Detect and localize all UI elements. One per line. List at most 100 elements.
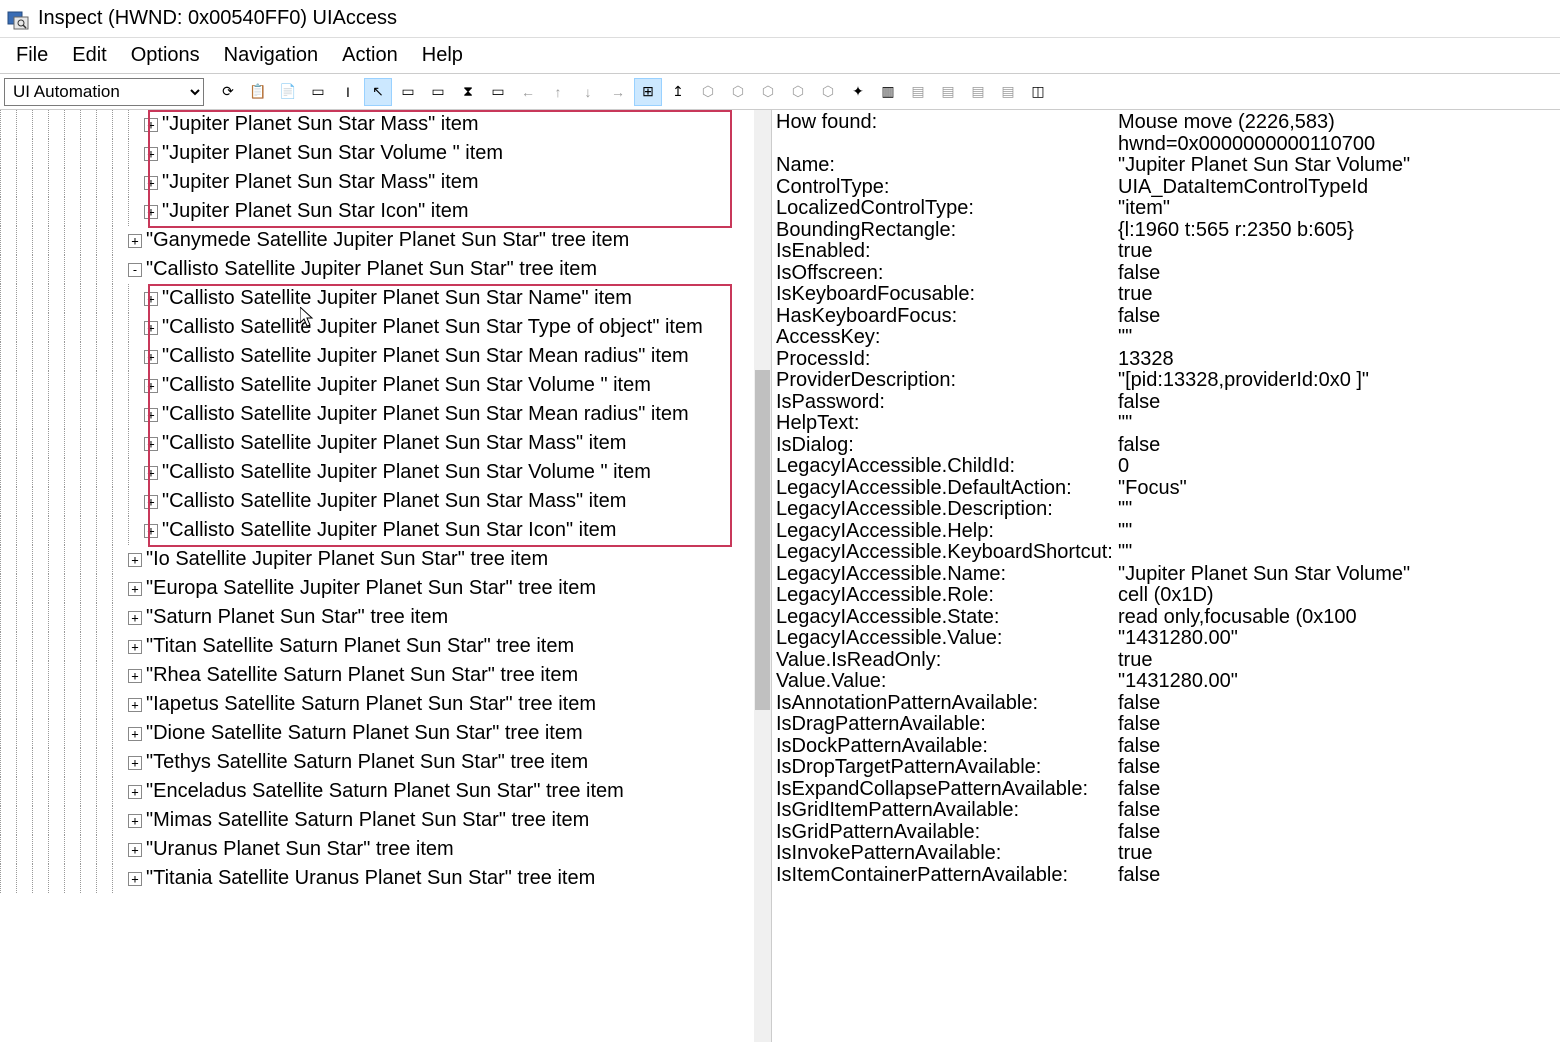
property-key: Name: xyxy=(776,154,1118,177)
tree-item[interactable]: +"Callisto Satellite Jupiter Planet Sun … xyxy=(0,516,703,545)
expand-icon[interactable]: + xyxy=(144,437,158,451)
property-key: HelpText: xyxy=(776,412,1118,435)
tree-item[interactable]: +"Dione Satellite Saturn Planet Sun Star… xyxy=(0,719,703,748)
caret-icon[interactable]: I xyxy=(334,78,362,106)
tree-item[interactable]: +"Saturn Planet Sun Star" tree item xyxy=(0,603,703,632)
tree-item-label: "Jupiter Planet Sun Star Mass" item xyxy=(162,171,479,194)
collapse-icon[interactable]: - xyxy=(128,263,142,277)
property-key: ProviderDescription: xyxy=(776,369,1118,392)
expand-icon[interactable]: + xyxy=(144,205,158,219)
tree-item[interactable]: +"Io Satellite Jupiter Planet Sun Star" … xyxy=(0,545,703,574)
expand-icon[interactable]: + xyxy=(144,379,158,393)
property-key: Value.IsReadOnly: xyxy=(776,649,1118,672)
tree-item[interactable]: +"Iapetus Satellite Saturn Planet Sun St… xyxy=(0,690,703,719)
rectangle-icon[interactable]: ▭ xyxy=(304,78,332,106)
tree-item[interactable]: +"Uranus Planet Sun Star" tree item xyxy=(0,835,703,864)
property-key: Value.Value: xyxy=(776,670,1118,693)
tree-item[interactable]: +"Callisto Satellite Jupiter Planet Sun … xyxy=(0,342,703,371)
expand-icon[interactable]: + xyxy=(128,553,142,567)
tree-item[interactable]: + "Jupiter Planet Sun Star Mass" item xyxy=(0,168,703,197)
property-key: BoundingRectangle: xyxy=(776,219,1118,242)
expand-icon[interactable]: + xyxy=(144,147,158,161)
expand-icon[interactable]: + xyxy=(144,118,158,132)
property-row: How found:Mouse move (2226,583) xyxy=(776,112,1556,134)
highlight2-icon[interactable]: ▭ xyxy=(484,78,512,106)
expand-icon[interactable]: + xyxy=(128,582,142,596)
menu-edit[interactable]: Edit xyxy=(60,40,118,71)
menu-file[interactable]: File xyxy=(4,40,60,71)
tree-icon[interactable]: ⊞ xyxy=(634,78,662,106)
property-row: ProviderDescription:"[pid:13328,provider… xyxy=(776,370,1556,392)
focus-icon[interactable]: ✦ xyxy=(844,78,872,106)
expand-icon[interactable]: + xyxy=(144,176,158,190)
properties-pane[interactable]: How found:Mouse move (2226,583)hwnd=0x00… xyxy=(772,110,1560,1042)
refresh-icon[interactable]: ⟳ xyxy=(214,78,242,106)
expand-icon[interactable]: + xyxy=(128,814,142,828)
options-icon[interactable]: 📄 xyxy=(274,78,302,106)
tree-item[interactable]: +"Jupiter Planet Sun Star Icon" item xyxy=(0,197,703,226)
menu-help[interactable]: Help xyxy=(410,40,475,71)
watch-icon[interactable]: ▥ xyxy=(874,78,902,106)
tree-item[interactable]: +"Titan Satellite Saturn Planet Sun Star… xyxy=(0,632,703,661)
menu-action[interactable]: Action xyxy=(330,40,410,71)
tree-item-label: "Rhea Satellite Saturn Planet Sun Star" … xyxy=(146,664,578,687)
tree-item[interactable]: +"Ganymede Satellite Jupiter Planet Sun … xyxy=(0,226,703,255)
property-row: LegacyIAccessible.Description:"" xyxy=(776,499,1556,521)
tree-item[interactable]: +"Tethys Satellite Saturn Planet Sun Sta… xyxy=(0,748,703,777)
tree-item[interactable]: +"Jupiter Planet Sun Star Volume " item xyxy=(0,139,703,168)
tree-item[interactable]: + "Callisto Satellite Jupiter Planet Sun … xyxy=(0,400,703,429)
expand-icon[interactable]: + xyxy=(128,872,142,886)
property-row: LegacyIAccessible.ChildId:0 xyxy=(776,456,1556,478)
property-value: false xyxy=(1118,821,1160,844)
expand-icon[interactable]: + xyxy=(128,611,142,625)
tree-scrollbar[interactable] xyxy=(754,110,771,1042)
tree-pane[interactable]: + "Jupiter Planet Sun Star Mass" item +"Ju… xyxy=(0,110,772,1042)
tree-item[interactable]: -"Callisto Satellite Jupiter Planet Sun … xyxy=(0,255,703,284)
tree-item[interactable]: + "Mimas Satellite Saturn Planet Sun Star… xyxy=(0,806,703,835)
property-value: false xyxy=(1118,692,1160,715)
tooltip-icon[interactable]: ▭ xyxy=(394,78,422,106)
expand-icon[interactable]: + xyxy=(128,843,142,857)
cursor-icon[interactable]: ↖ xyxy=(364,78,392,106)
expand-icon[interactable]: + xyxy=(128,234,142,248)
expand-icon[interactable]: + xyxy=(128,785,142,799)
tree-item[interactable]: +"Callisto Satellite Jupiter Planet Sun … xyxy=(0,458,703,487)
expand-icon[interactable]: + xyxy=(128,698,142,712)
menu-navigation[interactable]: Navigation xyxy=(212,40,331,71)
tree-item[interactable]: +"Titania Satellite Uranus Planet Sun St… xyxy=(0,864,703,893)
expand-icon[interactable]: + xyxy=(144,408,158,422)
expand-icon[interactable]: + xyxy=(128,756,142,770)
expand-icon[interactable]: + xyxy=(128,669,142,683)
tree-item[interactable]: +"Callisto Satellite Jupiter Planet Sun … xyxy=(0,313,703,342)
timer-icon[interactable]: ⧗ xyxy=(454,78,482,106)
tree-item[interactable]: +"Enceladus Satellite Saturn Planet Sun … xyxy=(0,777,703,806)
property-value: "1431280.00" xyxy=(1118,670,1238,693)
parent-icon[interactable]: ↥ xyxy=(664,78,692,106)
property-row: IsDragPatternAvailable:false xyxy=(776,714,1556,736)
property-key: ProcessId: xyxy=(776,348,1118,371)
tree-item[interactable]: +"Callisto Satellite Jupiter Planet Sun … xyxy=(0,429,703,458)
expand-icon[interactable]: + xyxy=(144,350,158,364)
expand-icon[interactable]: + xyxy=(144,292,158,306)
tree-item[interactable]: + "Rhea Satellite Saturn Planet Sun Star"… xyxy=(0,661,703,690)
expand-icon[interactable]: + xyxy=(128,727,142,741)
expand-icon[interactable]: + xyxy=(144,495,158,509)
expand-icon[interactable]: + xyxy=(144,524,158,538)
window-icon[interactable]: ◫ xyxy=(1024,78,1052,106)
property-row: IsOffscreen:false xyxy=(776,263,1556,285)
tree-item[interactable]: +"Callisto Satellite Jupiter Planet Sun … xyxy=(0,487,703,516)
expand-icon[interactable]: + xyxy=(128,640,142,654)
tree-item[interactable]: +"Jupiter Planet Sun Star Mass" item xyxy=(0,110,703,139)
nav-back-icon: ← xyxy=(514,78,542,106)
mode-select[interactable]: UI Automation xyxy=(4,78,204,106)
expand-icon[interactable]: + xyxy=(144,321,158,335)
menu-options[interactable]: Options xyxy=(119,40,212,71)
copy-icon[interactable]: 📋 xyxy=(244,78,272,106)
tree-item-label: "Callisto Satellite Jupiter Planet Sun S… xyxy=(162,403,689,426)
tree-item[interactable]: +"Callisto Satellite Jupiter Planet Sun … xyxy=(0,284,703,313)
tree-item[interactable]: +"Callisto Satellite Jupiter Planet Sun … xyxy=(0,371,703,400)
highlight-icon[interactable]: ▭ xyxy=(424,78,452,106)
expand-icon[interactable]: + xyxy=(144,466,158,480)
tree-item[interactable]: +"Europa Satellite Jupiter Planet Sun St… xyxy=(0,574,703,603)
tree-item-label: "Mimas Satellite Saturn Planet Sun Star"… xyxy=(146,809,589,832)
